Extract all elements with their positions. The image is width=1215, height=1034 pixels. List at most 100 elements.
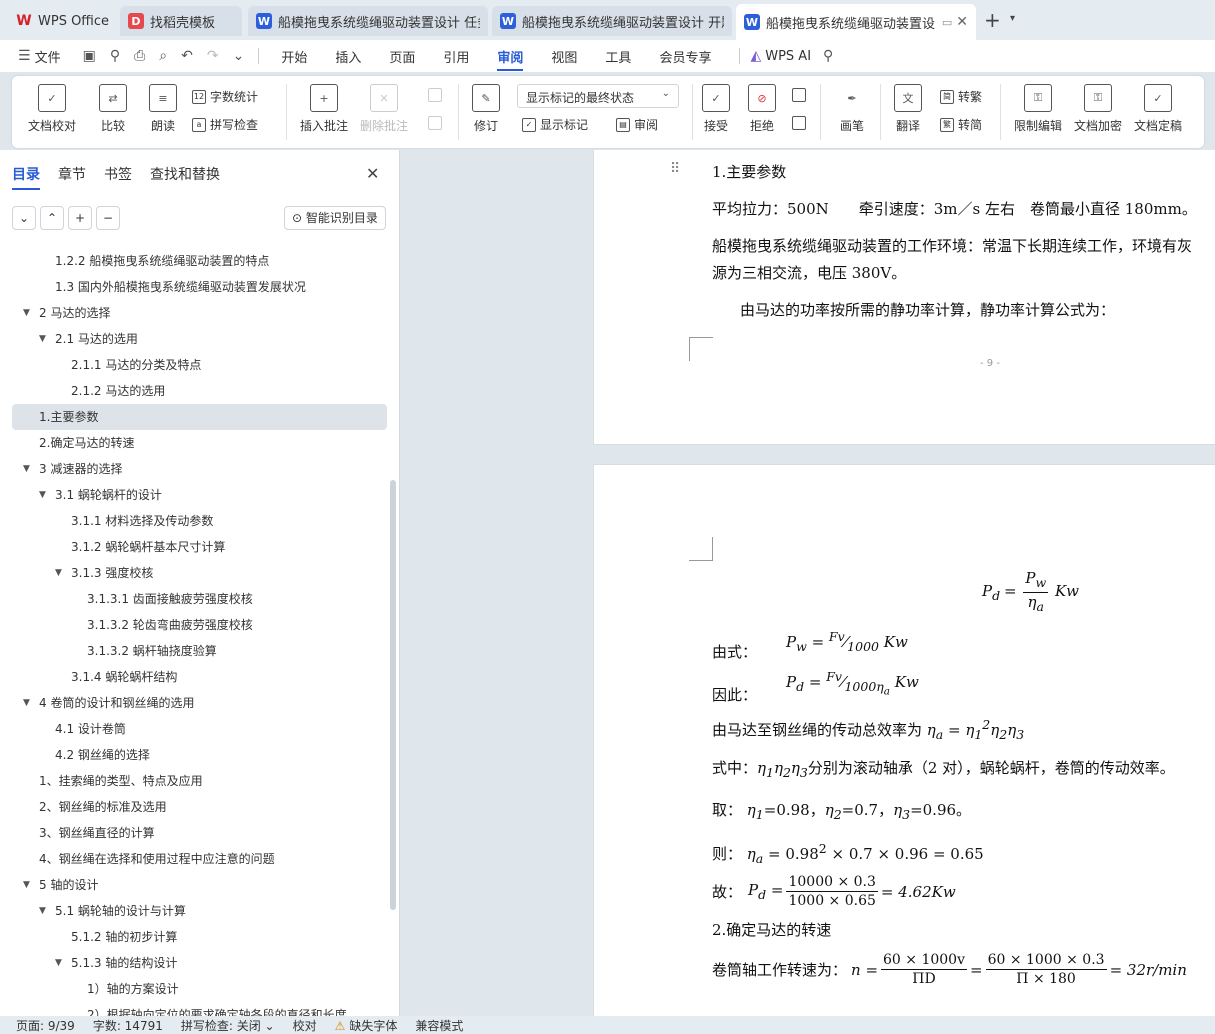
- menu-page[interactable]: 页面: [389, 47, 415, 66]
- page-indicator[interactable]: 页面: 9/39: [16, 1017, 75, 1034]
- show-markup-button[interactable]: ✓ 显示标记: [522, 116, 588, 133]
- menu-member[interactable]: 会员专享: [659, 47, 711, 66]
- spell-check-button[interactable]: a 拼写检查: [192, 116, 258, 133]
- next-comment-button[interactable]: [428, 116, 446, 130]
- tab-task-doc[interactable]: W 船模拖曳系统缆绳驱动装置设计 任务: [248, 6, 488, 36]
- print-preview-icon[interactable]: ⌕: [159, 48, 167, 64]
- toc-item[interactable]: 4.1 设计卷筒: [12, 716, 387, 742]
- toc-item[interactable]: 1、挂索绳的类型、特点及应用: [12, 768, 387, 794]
- tab-chapters[interactable]: 章节: [58, 164, 86, 190]
- expand-toggle-icon[interactable]: ▼: [39, 482, 46, 508]
- tab-toc[interactable]: 目录: [12, 164, 40, 190]
- menu-home[interactable]: 开始: [281, 47, 307, 66]
- doc-proof-button[interactable]: ✓ 文档校对: [28, 84, 76, 134]
- print-icon[interactable]: ⎙: [134, 48, 145, 64]
- smart-toc-button[interactable]: ⊙ 智能识别目录: [284, 206, 386, 230]
- remove-heading-button[interactable]: −: [96, 206, 120, 230]
- spell-check-status[interactable]: 拼写检查: 关闭 ⌄: [181, 1017, 275, 1034]
- expand-toggle-icon[interactable]: ▼: [23, 456, 30, 482]
- menu-wps-ai[interactable]: WPS AI: [765, 49, 811, 64]
- share-icon[interactable]: ⚲: [110, 48, 120, 64]
- expand-toggle-icon[interactable]: ▼: [39, 898, 46, 924]
- toc-item[interactable]: 3.1.2 蜗轮蜗杆基本尺寸计算: [12, 534, 387, 560]
- expand-toggle-icon[interactable]: ▼: [23, 872, 30, 898]
- menu-view[interactable]: 视图: [551, 47, 577, 66]
- review-pane-button[interactable]: ▤ 审阅: [616, 116, 658, 133]
- toc-item[interactable]: 3.1.3.1 齿面接触疲劳强度校核: [12, 586, 387, 612]
- prev-change-button[interactable]: [792, 88, 810, 102]
- monitor-icon[interactable]: ▭: [942, 16, 952, 29]
- tab-find-replace[interactable]: 查找和替换: [150, 164, 220, 190]
- toc-item[interactable]: 3.1.4 蜗轮蜗杆结构: [12, 664, 387, 690]
- toc-item[interactable]: ▼ 4 卷筒的设计和钢丝绳的选用: [12, 690, 387, 716]
- delete-comment-button[interactable]: ✕ 删除批注: [360, 84, 408, 134]
- next-change-button[interactable]: [792, 116, 810, 130]
- revise-button[interactable]: ✎ 修订: [472, 84, 500, 134]
- expand-toggle-icon[interactable]: ▼: [23, 300, 30, 326]
- redo-icon[interactable]: ↷: [207, 48, 219, 64]
- accept-button[interactable]: ✓ 接受: [702, 84, 730, 134]
- prev-comment-button[interactable]: [428, 88, 446, 102]
- encrypt-button[interactable]: ⚿ 文档加密: [1074, 84, 1122, 134]
- expand-toggle-icon[interactable]: ▼: [55, 950, 62, 976]
- toc-item[interactable]: ▼ 5.1.3 轴的结构设计: [12, 950, 387, 976]
- insert-comment-button[interactable]: + 插入批注: [300, 84, 348, 134]
- expand-toggle-icon[interactable]: ▼: [23, 690, 30, 716]
- toc-item[interactable]: 1.主要参数: [12, 404, 387, 430]
- reject-button[interactable]: ⊘ 拒绝: [748, 84, 776, 134]
- menu-review[interactable]: 审阅: [497, 47, 524, 71]
- tab-bookmarks[interactable]: 书签: [104, 164, 132, 190]
- toc-scrollbar[interactable]: [390, 480, 396, 910]
- menu-file[interactable]: 文件: [35, 47, 61, 66]
- toc-item[interactable]: 2、钢丝绳的标准及选用: [12, 794, 387, 820]
- drag-handle-icon[interactable]: ⠿: [670, 161, 680, 177]
- add-heading-button[interactable]: +: [68, 206, 92, 230]
- toc-item[interactable]: ▼ 5.1 蜗轮轴的设计与计算: [12, 898, 387, 924]
- document-canvas[interactable]: ⠿ 1.主要参数 平均拉力：500N 牵引速度：3m／s 左右 卷筒最小直径 1…: [400, 150, 1215, 1016]
- toc-item[interactable]: ▼ 3.1 蜗轮蜗杆的设计: [12, 482, 387, 508]
- toc-item[interactable]: 5.1.2 轴的初步计算: [12, 924, 387, 950]
- word-count-button[interactable]: 12 字数统计: [192, 88, 258, 105]
- search-icon[interactable]: ⚲: [823, 48, 833, 64]
- markup-display-select[interactable]: 显示标记的最终状态 ⌄: [517, 84, 679, 108]
- toc-item[interactable]: 4、钢丝绳在选择和使用过程中应注意的问题: [12, 846, 387, 872]
- to-traditional-button[interactable]: 简 转繁: [940, 88, 982, 105]
- restrict-edit-button[interactable]: ⚿ 限制编辑: [1014, 84, 1062, 134]
- pen-button[interactable]: ✒ 画笔: [838, 84, 866, 134]
- toc-item[interactable]: ▼ 2.1 马达的选用: [12, 326, 387, 352]
- toc-item[interactable]: 1）轴的方案设计: [12, 976, 387, 1002]
- close-tab-icon[interactable]: ✕: [956, 14, 968, 30]
- menu-insert[interactable]: 插入: [335, 47, 361, 66]
- toc-item[interactable]: ▼ 5 轴的设计: [12, 872, 387, 898]
- tab-proposal-doc[interactable]: W 船模拖曳系统缆绳驱动装置设计 开题: [492, 6, 732, 36]
- toc-item[interactable]: ▼ 3.1.3 强度校核: [12, 560, 387, 586]
- missing-font-button[interactable]: ⚠ 缺失字体: [335, 1017, 398, 1034]
- menu-references[interactable]: 引用: [443, 47, 469, 66]
- expand-toggle-icon[interactable]: ▼: [39, 326, 46, 352]
- hamburger-icon[interactable]: ☰: [18, 48, 31, 64]
- translate-button[interactable]: 文 翻译: [894, 84, 922, 134]
- collapse-up-button[interactable]: ⌃: [40, 206, 64, 230]
- document-page[interactable]: ⠿ 1.主要参数 平均拉力：500N 牵引速度：3m／s 左右 卷筒最小直径 1…: [593, 150, 1215, 445]
- chevron-down-icon[interactable]: ▾: [1010, 13, 1015, 24]
- word-count-indicator[interactable]: 字数: 14791: [93, 1017, 163, 1034]
- save-icon[interactable]: ▣: [83, 48, 96, 64]
- tab-active-doc[interactable]: W 船模拖曳系统缆绳驱动装置设 ▭ ✕: [736, 4, 976, 40]
- chevron-down-icon[interactable]: ⌄: [233, 48, 245, 64]
- read-aloud-button[interactable]: ≡ 朗读: [149, 84, 177, 134]
- proof-button[interactable]: 校对: [293, 1017, 317, 1034]
- toc-item[interactable]: 3、钢丝绳直径的计算: [12, 820, 387, 846]
- toc-item[interactable]: 2.1.2 马达的选用: [12, 378, 387, 404]
- document-page[interactable]: Pd = Pw ηa Kw 由式： Pw = Fv⁄1000 Kw 因此： Pd …: [593, 464, 1215, 1016]
- close-icon[interactable]: ✕: [366, 164, 379, 183]
- toc-item[interactable]: 1.2.2 船模拖曳系统缆绳驱动装置的特点: [12, 248, 387, 274]
- toc-item[interactable]: 3.1.3.2 轮齿弯曲疲劳强度校核: [12, 612, 387, 638]
- compare-button[interactable]: ⇄ 比较: [99, 84, 127, 134]
- toc-item[interactable]: 1.3 国内外船模拖曳系统缆绳驱动装置发展状况: [12, 274, 387, 300]
- tab-wps-office[interactable]: W WPS Office: [8, 6, 118, 36]
- toc-item[interactable]: 2.1.1 马达的分类及特点: [12, 352, 387, 378]
- menu-tools[interactable]: 工具: [605, 47, 631, 66]
- toc-item[interactable]: 4.2 钢丝绳的选择: [12, 742, 387, 768]
- toc-item[interactable]: 2.确定马达的转速: [12, 430, 387, 456]
- tab-docer-templates[interactable]: D 找稻壳模板: [120, 6, 242, 36]
